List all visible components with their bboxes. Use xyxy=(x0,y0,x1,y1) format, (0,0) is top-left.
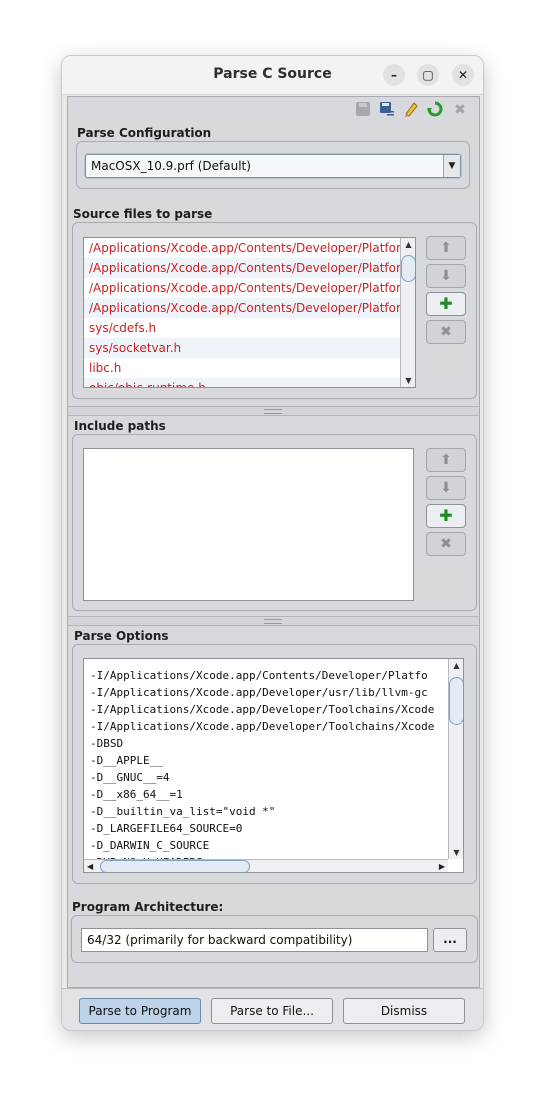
parse-c-source-dialog: Parse C Source – ▢ ✕ ✖ Parse Configurati… xyxy=(61,55,484,1031)
scrollbar-thumb[interactable] xyxy=(401,255,415,282)
chevron-down-icon[interactable]: ▼ xyxy=(443,155,460,177)
parse-option-line: -I/Applications/Xcode.app/Developer/Tool… xyxy=(90,703,435,716)
architecture-browse-button[interactable]: ... xyxy=(433,928,467,952)
parse-option-line: -D_DARWIN_C_SOURCE xyxy=(90,839,210,852)
move-down-button[interactable]: ⬇ xyxy=(426,264,466,288)
parse-to-file-button[interactable]: Parse to File... xyxy=(211,998,333,1024)
delete-icon[interactable]: ✖ xyxy=(451,101,469,119)
program-architecture-value: 64/32 (primarily for backward compatibil… xyxy=(87,933,353,947)
program-architecture-label: Program Architecture: xyxy=(72,900,224,914)
move-down-button[interactable]: ⬇ xyxy=(426,476,466,500)
arrow-up-icon: ⬆ xyxy=(440,452,452,468)
clear-icon[interactable] xyxy=(402,101,420,119)
parse-config-label: Parse Configuration xyxy=(77,126,212,140)
refresh-icon[interactable] xyxy=(426,101,444,119)
parse-option-line: -D__x86_64__=1 xyxy=(90,788,183,801)
remove-icon: ✖ xyxy=(440,536,452,552)
scroll-down-icon[interactable]: ▼ xyxy=(401,374,415,387)
source-file-item[interactable]: objc/objc-runtime.h xyxy=(84,378,401,387)
plus-icon: ✚ xyxy=(439,506,453,525)
include-paths-label: Include paths xyxy=(74,419,166,433)
source-files-scrollbar[interactable]: ▲ ▼ xyxy=(400,238,415,387)
scroll-up-icon[interactable]: ▲ xyxy=(449,659,463,672)
add-include-path-button[interactable]: ✚ xyxy=(426,504,466,528)
remove-source-file-button[interactable]: ✖ xyxy=(426,320,466,344)
remove-icon: ✖ xyxy=(440,324,452,340)
scrollbar-thumb[interactable] xyxy=(449,677,463,725)
remove-include-path-button[interactable]: ✖ xyxy=(426,532,466,556)
source-files-label: Source files to parse xyxy=(73,207,213,221)
split-divider[interactable] xyxy=(68,616,479,626)
parse-option-line: -D__GNUC__=4 xyxy=(90,771,170,784)
save-as-icon[interactable] xyxy=(378,101,396,119)
arrow-down-icon: ⬇ xyxy=(440,268,452,284)
source-file-item[interactable]: libc.h xyxy=(84,358,401,378)
title-bar: Parse C Source – ▢ ✕ xyxy=(62,56,483,95)
save-icon[interactable] xyxy=(354,101,372,119)
button-bar: Parse to Program Parse to File... Dismis… xyxy=(62,988,483,1030)
parse-option-line: -D__APPLE__ xyxy=(90,754,163,767)
grip-icon xyxy=(264,409,282,414)
parse-options-vscrollbar[interactable]: ▲ ▼ xyxy=(448,659,463,859)
scroll-up-icon[interactable]: ▲ xyxy=(401,238,415,251)
dialog-content: ✖ Parse Configuration MacOSX_10.9.prf (D… xyxy=(67,96,480,988)
plus-icon: ✚ xyxy=(439,294,453,313)
scroll-down-icon[interactable]: ▼ xyxy=(449,846,463,859)
parse-option-line: -I/Applications/Xcode.app/Contents/Devel… xyxy=(90,669,428,682)
arrow-up-icon: ⬆ xyxy=(440,240,452,256)
arrow-down-icon: ⬇ xyxy=(440,480,452,496)
close-button[interactable]: ✕ xyxy=(452,64,474,86)
include-paths-group: ⬆ ⬇ ✚ ✖ xyxy=(72,434,477,611)
minimize-button[interactable]: – xyxy=(383,64,405,86)
program-architecture-field[interactable]: 64/32 (primarily for backward compatibil… xyxy=(81,928,428,952)
scroll-right-icon[interactable]: ▶ xyxy=(439,860,445,872)
split-divider[interactable] xyxy=(68,406,479,416)
maximize-button[interactable]: ▢ xyxy=(417,64,439,86)
parse-option-line: -D_LARGEFILE64_SOURCE=0 xyxy=(90,822,243,835)
source-file-item[interactable]: /Applications/Xcode.app/Contents/Develop… xyxy=(84,238,401,258)
parse-options-hscrollbar[interactable]: ◀ ▶ xyxy=(84,859,448,872)
source-file-item[interactable]: /Applications/Xcode.app/Contents/Develop… xyxy=(84,258,401,278)
source-file-item[interactable]: /Applications/Xcode.app/Contents/Develop… xyxy=(84,298,401,318)
parse-option-line: -I/Applications/Xcode.app/Developer/usr/… xyxy=(90,686,428,699)
parse-config-select[interactable]: MacOSX_10.9.prf (Default) ▼ xyxy=(85,154,461,178)
parse-option-line: -DBSD xyxy=(90,737,124,750)
source-files-group: /Applications/Xcode.app/Contents/Develop… xyxy=(72,222,477,399)
scrollbar-thumb[interactable] xyxy=(100,860,250,872)
program-architecture-group: 64/32 (primarily for backward compatibil… xyxy=(71,915,478,963)
grip-icon xyxy=(264,619,282,624)
parse-config-value: MacOSX_10.9.prf (Default) xyxy=(91,159,251,173)
dismiss-button[interactable]: Dismiss xyxy=(343,998,465,1024)
source-file-item[interactable]: /Applications/Xcode.app/Contents/Develop… xyxy=(84,278,401,298)
source-files-list[interactable]: /Applications/Xcode.app/Contents/Develop… xyxy=(83,237,416,388)
add-source-file-button[interactable]: ✚ xyxy=(426,292,466,316)
parse-options-label: Parse Options xyxy=(74,629,169,643)
move-up-button[interactable]: ⬆ xyxy=(426,236,466,260)
parse-config-group: MacOSX_10.9.prf (Default) ▼ xyxy=(76,141,470,189)
scroll-left-icon[interactable]: ◀ xyxy=(87,860,93,872)
parse-options-textarea[interactable]: -I/Applications/Xcode.app/Contents/Devel… xyxy=(83,658,464,873)
move-up-button[interactable]: ⬆ xyxy=(426,448,466,472)
parse-to-program-button[interactable]: Parse to Program xyxy=(79,998,201,1024)
parse-option-line: -D__builtin_va_list="void *" xyxy=(90,805,276,818)
include-paths-list[interactable] xyxy=(83,448,414,601)
parse-option-line: -I/Applications/Xcode.app/Developer/Tool… xyxy=(90,720,435,733)
source-file-item[interactable]: sys/socketvar.h xyxy=(84,338,401,358)
parse-options-group: -I/Applications/Xcode.app/Contents/Devel… xyxy=(72,644,477,884)
source-file-item[interactable]: sys/cdefs.h xyxy=(84,318,401,338)
